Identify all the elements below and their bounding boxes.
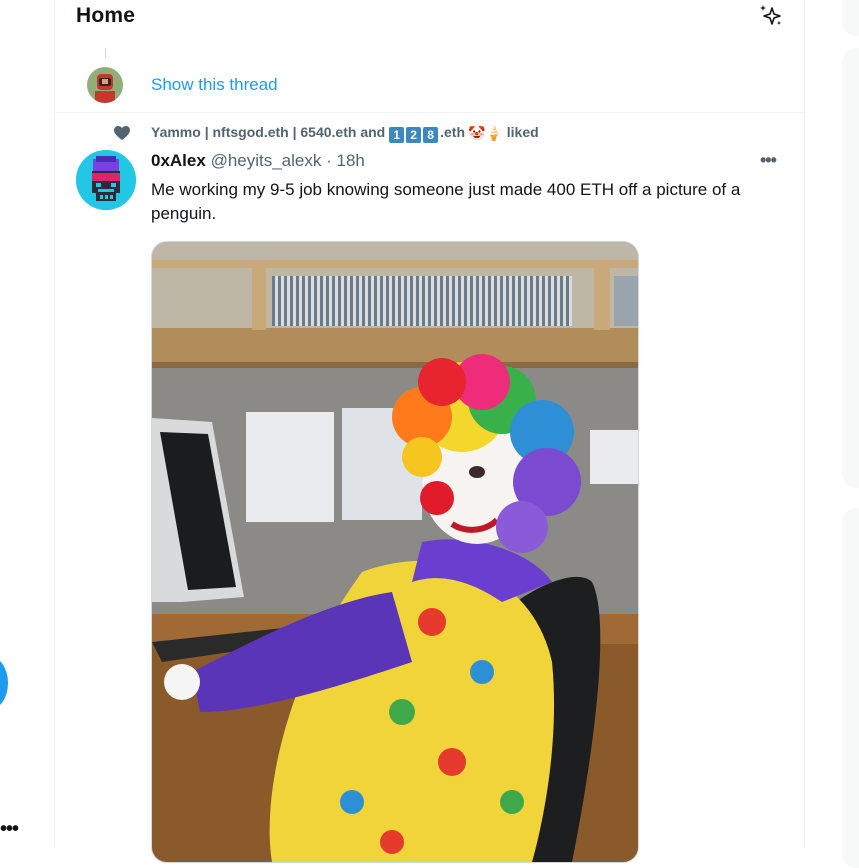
tweet-timestamp[interactable]: 18h <box>337 151 365 170</box>
more-options-icon[interactable]: ••• <box>760 150 782 170</box>
liked-by-text[interactable]: Yammo | nftsgod.eth | 6540.eth and 1 2 8 .e… <box>151 124 539 143</box>
right-panel-top <box>842 0 859 36</box>
compose-tweet-button[interactable] <box>0 656 8 710</box>
tweet-photo[interactable] <box>151 241 639 863</box>
avatar[interactable] <box>87 67 123 103</box>
sparkle-icon[interactable] <box>758 3 784 29</box>
left-more-icon[interactable]: ••• <box>0 818 19 841</box>
show-thread-link[interactable]: Show this thread <box>151 75 278 95</box>
divider <box>55 112 804 113</box>
timeline-column: Home Show this thread Yammo | nftsgod.et… <box>54 0 805 863</box>
author-name[interactable]: 0xAlex <box>151 151 206 170</box>
timeline-header: Home <box>55 0 804 48</box>
liked-by-suffix: .eth <box>440 124 465 140</box>
keycap-digit: 1 <box>389 127 405 143</box>
right-panel-search <box>842 48 859 488</box>
clown-photo-image <box>152 242 638 862</box>
author-handle[interactable]: @heyits_alexk <box>211 151 322 170</box>
separator: · <box>326 151 332 170</box>
tweet-text: Me working my 9-5 job knowing someone ju… <box>151 180 741 223</box>
liked-by-users[interactable]: Yammo | nftsgod.eth | 6540.eth and <box>151 124 389 140</box>
keycap-digit: 8 <box>423 127 439 143</box>
heart-icon <box>114 126 130 140</box>
right-panel-trends <box>842 508 859 868</box>
keycap-digit: 2 <box>406 127 422 143</box>
thread-connector <box>105 48 106 58</box>
page-title: Home <box>76 4 136 27</box>
tweet-avatar[interactable] <box>76 150 136 210</box>
liked-label: liked <box>506 124 539 140</box>
tweet-header: 0xAlex @heyits_alexk · 18h <box>151 151 365 171</box>
emoji-clown-icecream: 🤡🍦 <box>468 125 503 141</box>
